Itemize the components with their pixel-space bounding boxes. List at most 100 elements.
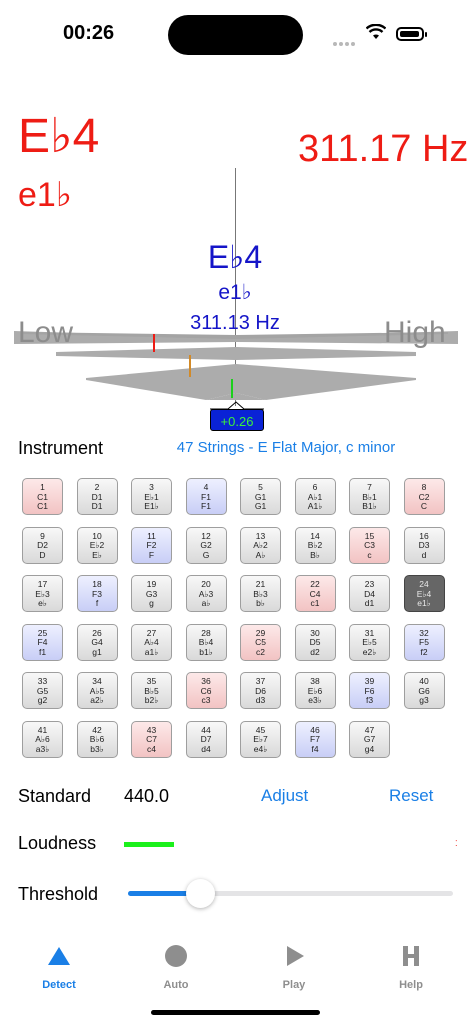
string-key-5[interactable]: 5 G1 G1 [240, 478, 281, 515]
tab-auto[interactable]: Auto [117, 944, 235, 991]
string-note-alt: f [95, 598, 99, 609]
string-key-40[interactable]: 40 G6 g3 [403, 672, 445, 709]
string-key-6[interactable]: 6 A♭1 A1♭ [294, 478, 336, 515]
string-note-alt: b♭ [256, 598, 265, 609]
tab-help[interactable]: Help [352, 944, 470, 991]
string-note-alt: g [149, 598, 154, 609]
string-key-35[interactable]: 35 B♭5 b2♭ [131, 672, 172, 709]
string-note-alt: a3♭ [35, 743, 50, 754]
string-key-42[interactable]: 42 B♭6 b3♭ [76, 720, 118, 758]
string-note-alt: d1 [364, 598, 375, 609]
meter-wedge-3r [236, 364, 416, 400]
adjust-button[interactable]: Adjust [261, 786, 308, 806]
string-key-17[interactable]: 17 E♭3 e♭ [22, 575, 63, 612]
status-time: 00:26 [63, 22, 115, 44]
string-note-alt: d2 [310, 646, 320, 657]
tab-play[interactable]: Play [235, 944, 353, 991]
string-key-37[interactable]: 37 D6 d3 [240, 672, 281, 709]
string-key-33[interactable]: 33 G5 g2 [22, 672, 63, 709]
string-note-alt: B♭ [310, 549, 320, 560]
string-note-alt: D1 [91, 501, 103, 512]
cents-offset-badge: +0.26 [210, 409, 264, 431]
string-key-4[interactable]: 4 F1 F1 [185, 478, 227, 515]
string-key-26[interactable]: 26 G4 g1 [76, 623, 118, 661]
home-indicator [151, 1010, 320, 1015]
string-note-alt: e1♭ [417, 598, 431, 609]
tab-help-label: Help [399, 979, 423, 991]
battery-icon [396, 27, 427, 41]
string-note-alt: A♭ [255, 549, 266, 560]
string-key-3[interactable]: 3 E♭1 E1♭ [131, 478, 172, 515]
dynamic-island [168, 15, 303, 55]
loudness-meter [124, 842, 174, 847]
string-note-alt: G1 [254, 501, 267, 512]
string-key-19[interactable]: 19 G3 g [131, 575, 172, 612]
string-note-alt: a♭ [201, 598, 211, 609]
string-key-13[interactable]: 13 A♭2 A♭ [240, 526, 281, 564]
string-note-alt: f3 [365, 695, 374, 706]
string-key-24[interactable]: 24 E♭4 e1♭ [403, 575, 445, 612]
string-key-8[interactable]: 8 C2 C [403, 478, 445, 515]
string-key-1[interactable]: 1 C1 C1 [22, 478, 63, 515]
string-key-25[interactable]: 25 F4 f1 [22, 623, 63, 661]
string-key-45[interactable]: 45 E♭7 e4♭ [240, 720, 281, 758]
string-note-alt: b2♭ [144, 695, 159, 706]
string-note-alt: g2 [37, 695, 48, 706]
target-note-alt: e1♭ [218, 281, 252, 304]
instrument-label: Instrument [18, 438, 104, 458]
string-key-16[interactable]: 16 D3 d [403, 526, 445, 564]
string-key-22[interactable]: 22 C4 c1 [294, 575, 336, 612]
string-key-23[interactable]: 23 D4 d1 [349, 575, 390, 612]
string-key-36[interactable]: 36 C6 c3 [185, 672, 227, 709]
string-key-34[interactable]: 34 A♭5 a2♭ [76, 672, 118, 709]
string-key-18[interactable]: 18 F3 f [76, 575, 118, 612]
string-key-47[interactable]: 47 G7 g4 [349, 720, 390, 758]
string-key-27[interactable]: 27 A♭4 a1♭ [131, 623, 172, 661]
string-key-43[interactable]: 43 C7 c4 [131, 720, 172, 758]
tab-auto-label: Auto [163, 979, 189, 991]
tab-detect[interactable]: Detect [0, 944, 118, 991]
threshold-slider-thumb[interactable] [185, 879, 215, 908]
string-note-alt: d4 [201, 743, 211, 754]
string-key-12[interactable]: 12 G2 G [185, 526, 227, 564]
string-key-14[interactable]: 14 B♭2 B♭ [294, 526, 336, 564]
string-key-7[interactable]: 7 B♭1 B1♭ [349, 478, 390, 515]
string-note-alt: f2 [420, 646, 428, 657]
standard-value: 440.0 [124, 786, 170, 806]
signal-dots-icon [333, 33, 357, 46]
high-label: High [384, 316, 446, 349]
string-key-38[interactable]: 38 E♭6 e3♭ [294, 672, 336, 709]
string-note-alt: F1 [201, 501, 211, 512]
string-note-alt: f4 [311, 743, 319, 754]
string-note-alt: c3 [201, 695, 211, 706]
reset-button[interactable]: Reset [389, 786, 433, 806]
target-frequency: 311.13 Hz [190, 312, 280, 334]
string-key-41[interactable]: 41 A♭6 a3♭ [22, 720, 63, 758]
string-key-11[interactable]: 11 F2 F [131, 526, 172, 564]
string-note-alt: B1♭ [362, 501, 377, 512]
string-key-31[interactable]: 31 E♭5 e2♭ [349, 623, 390, 661]
string-key-44[interactable]: 44 D7 d4 [185, 720, 227, 758]
string-key-46[interactable]: 46 F7 f4 [294, 720, 336, 758]
tab-detect-label: Detect [42, 979, 76, 991]
string-key-2[interactable]: 2 D1 D1 [76, 478, 118, 515]
play-icon [287, 946, 304, 966]
string-key-10[interactable]: 10 E♭2 E♭ [76, 526, 118, 564]
detected-note: E♭4 [18, 110, 100, 163]
low-label: Low [18, 316, 74, 349]
string-note-alt: g1 [92, 646, 102, 657]
string-key-9[interactable]: 9 D2 D [22, 526, 63, 564]
string-key-20[interactable]: 20 A♭3 a♭ [185, 575, 227, 612]
string-note-alt: f1 [38, 646, 47, 657]
string-key-29[interactable]: 29 C5 c2 [240, 623, 281, 661]
instrument-selector[interactable]: 47 Strings - E Flat Major, c minor [152, 439, 420, 456]
string-key-30[interactable]: 30 D5 d2 [294, 623, 336, 661]
string-note-alt: e3♭ [308, 695, 322, 706]
string-key-15[interactable]: 15 C3 c [349, 526, 390, 564]
string-key-39[interactable]: 39 F6 f3 [349, 672, 390, 709]
string-key-28[interactable]: 28 B♭4 b1♭ [185, 623, 227, 661]
string-note-alt: g4 [364, 743, 375, 754]
string-note-alt: a1♭ [144, 646, 159, 657]
string-key-32[interactable]: 32 F5 f2 [403, 623, 445, 661]
string-key-21[interactable]: 21 B♭3 b♭ [240, 575, 281, 612]
